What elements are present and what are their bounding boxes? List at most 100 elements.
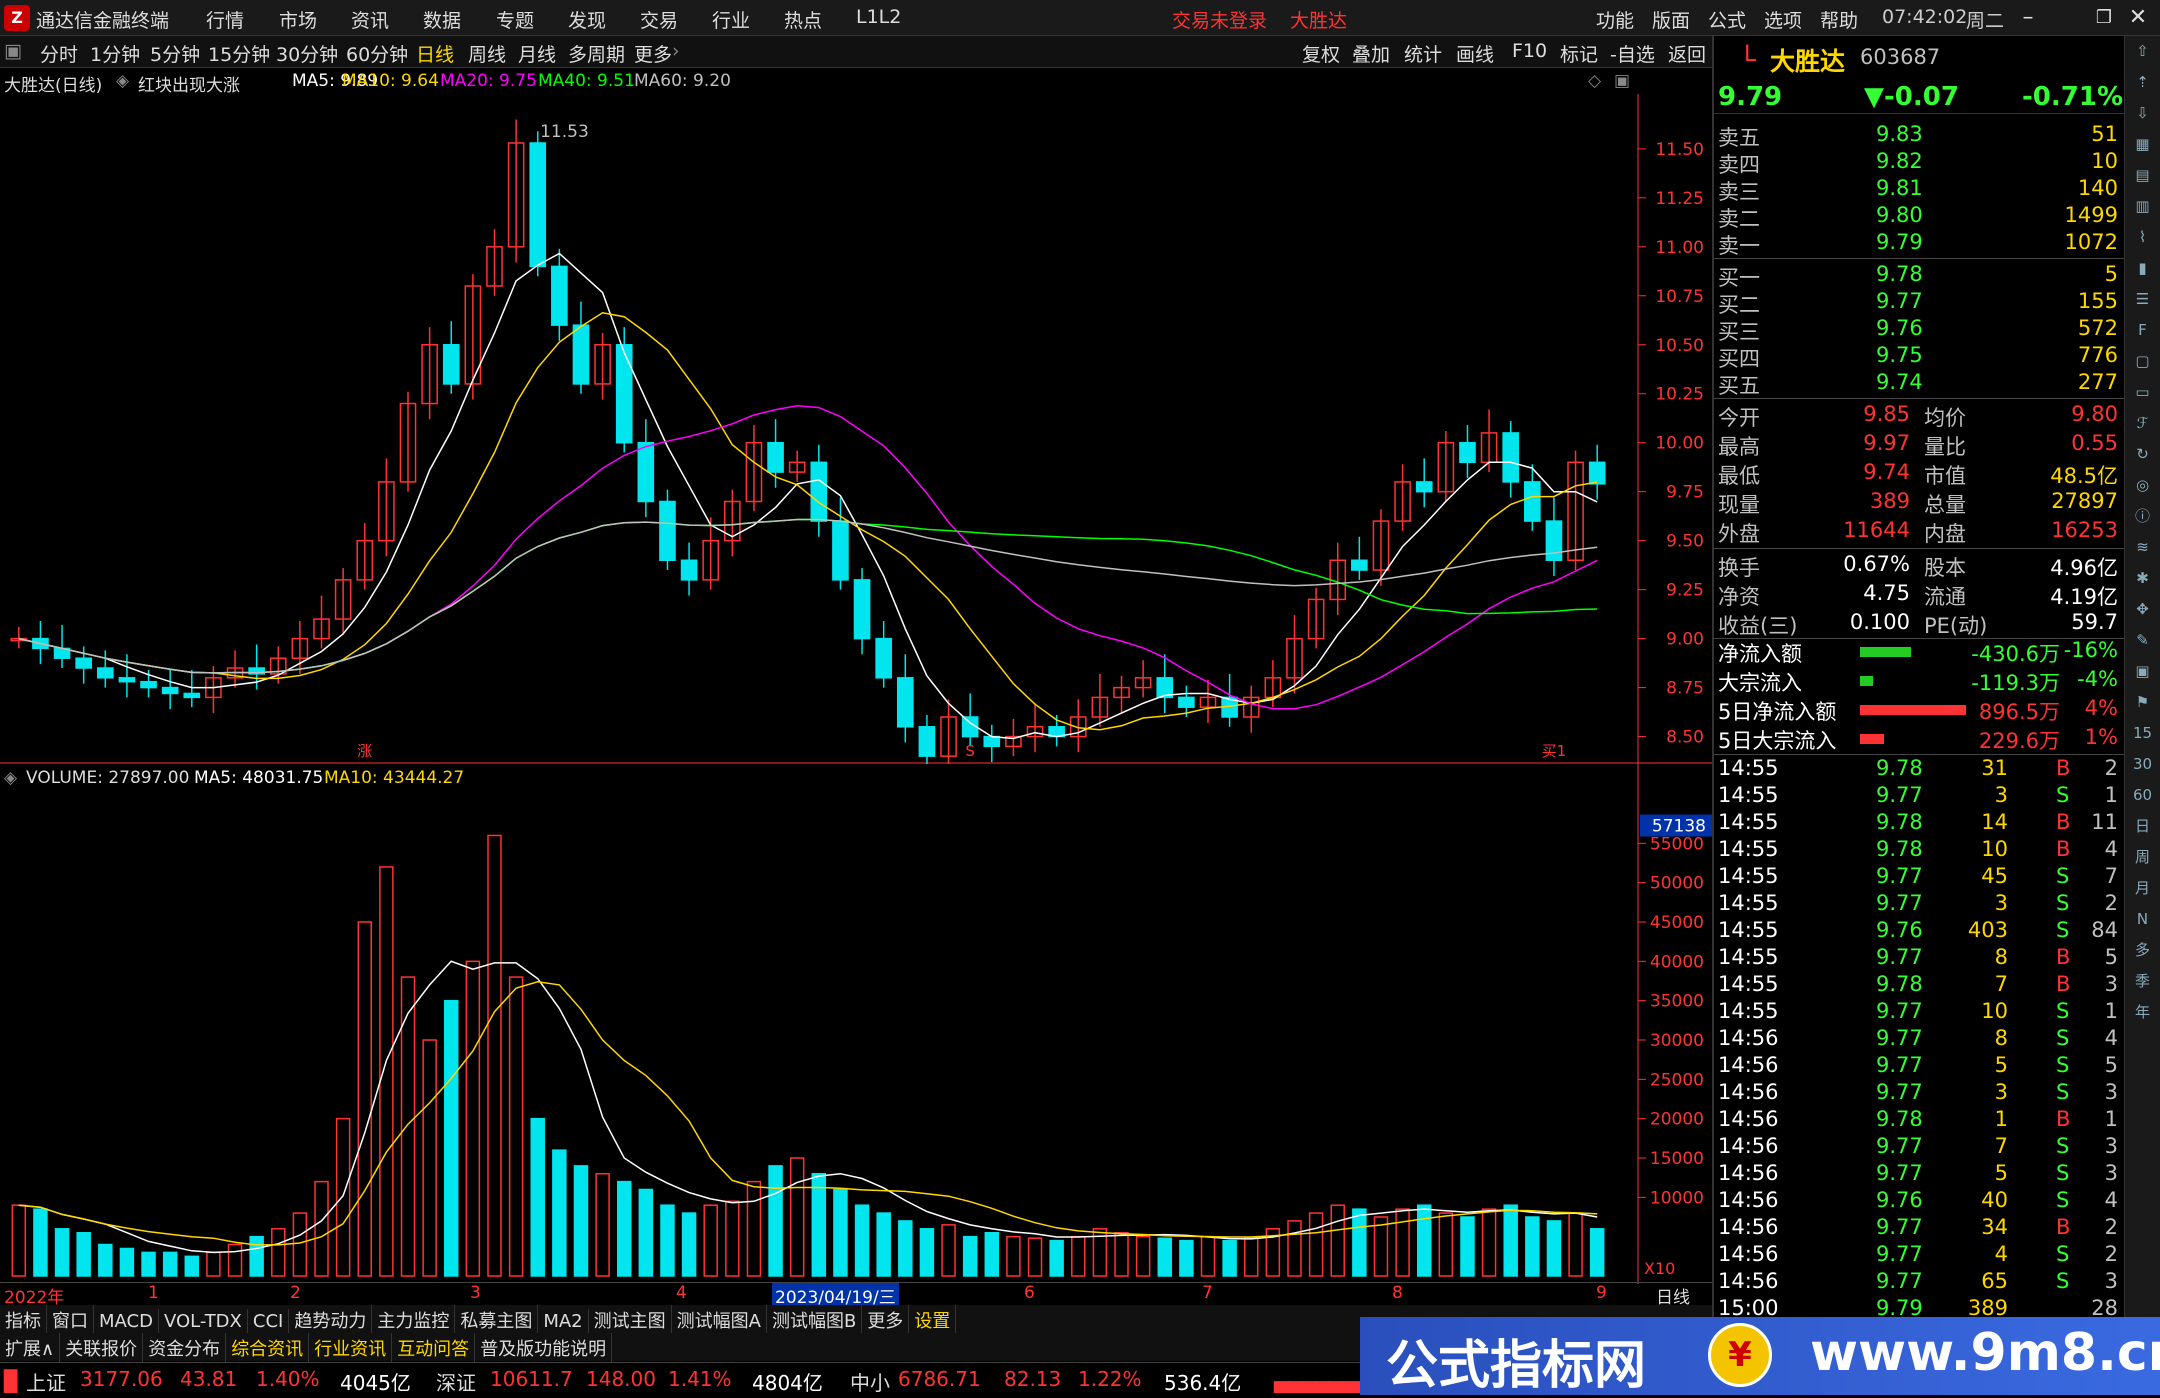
grid-icon[interactable]: ▦ <box>2125 129 2160 160</box>
period-60[interactable]: 60 <box>2125 780 2160 811</box>
menu-shichang[interactable]: 市场 <box>279 6 317 33</box>
diamond-icon[interactable]: ◇ <box>1588 71 1601 91</box>
folder-icon[interactable]: ▭ <box>2125 377 2160 408</box>
rsi-icon[interactable]: ≋ <box>2125 532 2160 563</box>
menu-zhuanti[interactable]: 专题 <box>496 6 534 33</box>
candle-icon[interactable]: ▮ <box>2125 253 2160 284</box>
period-15min[interactable]: 15分钟 <box>208 40 270 67</box>
period-zhou[interactable]: 周 <box>2125 842 2160 873</box>
formula-name[interactable]: 红块出现大涨 <box>138 71 240 96</box>
tab-qushidongli[interactable]: 趋势动力 <box>289 1305 373 1335</box>
chart-menu-icon[interactable]: ▣ <box>4 40 22 62</box>
tab-guanlianbaojia[interactable]: 关联报价 <box>60 1333 144 1363</box>
tab-gengduo[interactable]: 更多 <box>862 1305 910 1335</box>
trade-login-alert[interactable]: 交易未登录 <box>1172 6 1267 33</box>
period-30[interactable]: 30 <box>2125 749 2160 780</box>
target-icon[interactable]: ◎ <box>2125 470 2160 501</box>
tool-diejia[interactable]: 叠加 <box>1352 40 1390 67</box>
arrow-up-alt-icon[interactable]: ⇡ <box>2125 67 2160 98</box>
menu-hangye[interactable]: 行业 <box>712 6 750 33</box>
box-icon[interactable]: ▣ <box>2125 656 2160 687</box>
menu-faxian[interactable]: 发现 <box>568 6 606 33</box>
tab-zhibiao[interactable]: 指标 <box>0 1305 47 1335</box>
menu-gongshi[interactable]: 公式 <box>1708 6 1746 33</box>
menu-gongneng[interactable]: 功能 <box>1596 6 1634 33</box>
tab-hudongwenda[interactable]: 互动问答 <box>392 1333 476 1363</box>
tab-ceshizhutu[interactable]: 测试主图 <box>589 1305 672 1335</box>
pen-icon[interactable]: ✎ <box>2125 625 2160 656</box>
tool-tongji[interactable]: 统计 <box>1404 40 1442 67</box>
tool-zixuan[interactable]: -自选 <box>1610 40 1655 67</box>
arrow-up-icon[interactable]: ⇧ <box>2125 36 2160 67</box>
menu-zixun[interactable]: 资讯 <box>351 6 389 33</box>
info-icon[interactable]: ⓘ <box>2125 501 2160 532</box>
period-weekly[interactable]: 周线 <box>468 40 506 67</box>
tool-biaoji[interactable]: 标记 <box>1560 40 1598 67</box>
period-ri[interactable]: 日 <box>2125 811 2160 842</box>
index-sh-name[interactable]: 上证 <box>26 1367 66 1396</box>
tool-fuquan[interactable]: 复权 <box>1302 40 1340 67</box>
panel-icon[interactable]: ▣ <box>1614 71 1630 91</box>
menu-l1l2[interactable]: L1L2 <box>856 6 901 28</box>
tab-pujiban[interactable]: 普及版功能说明 <box>475 1333 613 1363</box>
tab-zijinfenbu[interactable]: 资金分布 <box>143 1333 227 1363</box>
tab-zonghezixun[interactable]: 综合资讯 <box>226 1333 310 1363</box>
period-ji[interactable]: 季 <box>2125 966 2160 997</box>
menu-hangqing[interactable]: 行情 <box>206 6 244 33</box>
period-15[interactable]: 15 <box>2125 718 2160 749</box>
close-icon[interactable]: ✕ <box>2120 2 2156 34</box>
arrow-down-icon[interactable]: ⇩ <box>2125 98 2160 129</box>
flag-icon[interactable]: ⚑ <box>2125 687 2160 718</box>
minimize-icon[interactable]: – <box>2010 2 2046 34</box>
period-n[interactable]: N <box>2125 904 2160 935</box>
period-5min[interactable]: 5分钟 <box>150 40 200 67</box>
line-chart-icon[interactable]: ⌇ <box>2125 222 2160 253</box>
tab-kuozhan[interactable]: 扩展∧ <box>0 1333 61 1363</box>
tab-cci[interactable]: CCI <box>248 1309 290 1334</box>
period-nian[interactable]: 年 <box>2125 997 2160 1028</box>
menu-redian[interactable]: 热点 <box>784 6 822 33</box>
tab-ma2[interactable]: MA2 <box>538 1309 589 1334</box>
volume-chart[interactable]: 55000 50000 45000 40000 35000 30000 25000 20000… <box>0 764 1712 1284</box>
period-monthly[interactable]: 月线 <box>518 40 556 67</box>
menu-xuanxiang[interactable]: 选项 <box>1764 6 1802 33</box>
gear-icon[interactable]: ✱ <box>2125 563 2160 594</box>
period-60min[interactable]: 60分钟 <box>346 40 408 67</box>
tab-chuangkou[interactable]: 窗口 <box>47 1305 94 1335</box>
tab-simuzhutu[interactable]: 私募主图 <box>455 1305 539 1335</box>
move-icon[interactable]: ✥ <box>2125 594 2160 625</box>
restore-icon[interactable]: ❐ <box>2086 2 2122 34</box>
table-icon[interactable]: ▤ <box>2125 160 2160 191</box>
menu-banmian[interactable]: 版面 <box>1652 6 1690 33</box>
tool-fanhui[interactable]: 返回 <box>1668 40 1706 67</box>
tab-ceshifutua[interactable]: 测试幅图A <box>672 1305 767 1335</box>
period-1min[interactable]: 1分钟 <box>90 40 140 67</box>
tab-macd[interactable]: MACD <box>94 1309 159 1334</box>
menu-bangzhu[interactable]: 帮助 <box>1820 6 1858 33</box>
tab-ceshifutub[interactable]: 测试幅图B <box>767 1305 863 1335</box>
period-daily[interactable]: 日线 <box>416 40 454 67</box>
refresh-icon[interactable]: ↻ <box>2125 439 2160 470</box>
index-sz-name[interactable]: 深证 <box>436 1367 476 1396</box>
period-duo[interactable]: 多 <box>2125 935 2160 966</box>
tool-huaxian[interactable]: 画线 <box>1456 40 1494 67</box>
tab-shezhi[interactable]: 设置 <box>909 1305 957 1335</box>
menu-jiaoyi[interactable]: 交易 <box>640 6 678 33</box>
list-icon[interactable]: ☰ <box>2125 284 2160 315</box>
index-zx-name[interactable]: 中小 <box>850 1367 890 1396</box>
period-30min[interactable]: 30分钟 <box>276 40 338 67</box>
tool-f10[interactable]: F10 <box>1512 40 1547 62</box>
period-more[interactable]: 更多 <box>634 40 672 67</box>
period-yue[interactable]: 月 <box>2125 873 2160 904</box>
tab-vol-tdx[interactable]: VOL-TDX <box>159 1309 248 1334</box>
fs-icon[interactable]: ℱ <box>2125 408 2160 439</box>
period-fenshi[interactable]: 分时 <box>40 40 78 67</box>
menu-shuju[interactable]: 数据 <box>423 6 461 33</box>
f10-icon[interactable]: F <box>2125 315 2160 346</box>
stock-alert[interactable]: 大胜达 <box>1290 6 1347 33</box>
document-icon[interactable]: ▢ <box>2125 346 2160 377</box>
tab-zhulijiankong[interactable]: 主力监控 <box>372 1305 456 1335</box>
formula-toggle-icon[interactable]: ◈ <box>116 71 129 91</box>
tab-hangyezixun[interactable]: 行业资讯 <box>309 1333 393 1363</box>
chart-icon[interactable]: ▥ <box>2125 191 2160 222</box>
